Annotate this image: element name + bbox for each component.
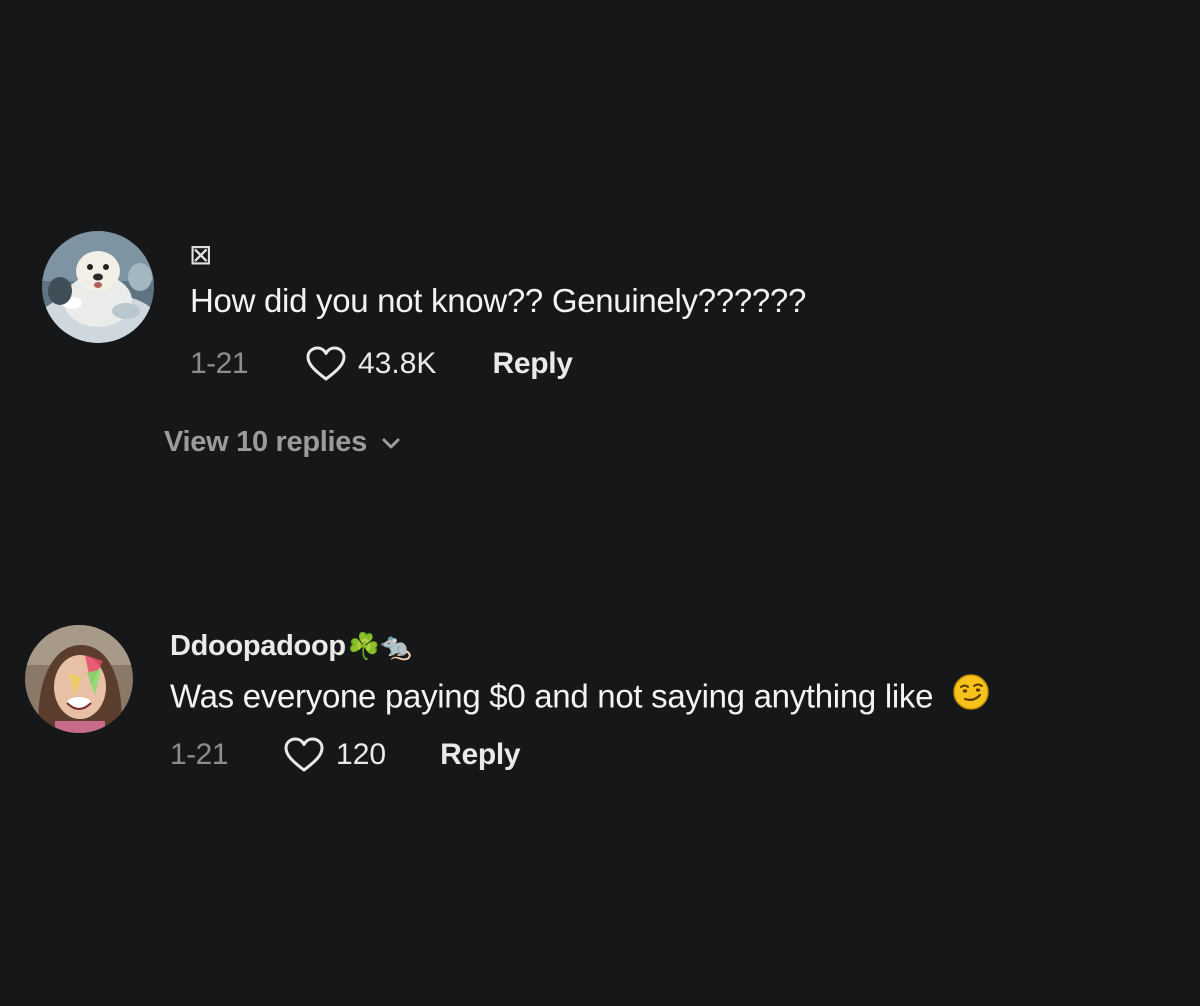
username-badges: ☘️🐀 <box>347 631 412 661</box>
comment-date: 1-21 <box>170 738 229 771</box>
like-count: 43.8K <box>358 347 437 380</box>
comment-text: Was everyone paying $0 and not saying an… <box>170 673 990 722</box>
user-avatar-icon <box>25 625 133 733</box>
heart-icon <box>306 346 346 381</box>
like-button[interactable]: 43.8K <box>306 346 436 382</box>
comment-meta: 1-21 43.8K Reply <box>190 346 573 382</box>
otter-avatar-icon <box>42 231 154 343</box>
comment-text-content: Was everyone paying $0 and not saying an… <box>170 677 934 715</box>
comment-meta: 1-21 120 Reply <box>170 737 521 773</box>
username-glyph[interactable]: ⊠ <box>189 238 212 271</box>
avatar[interactable] <box>25 625 133 733</box>
smirking-face-emoji-icon <box>952 673 990 719</box>
view-replies-button[interactable]: View 10 replies <box>164 426 401 459</box>
username[interactable]: Ddoopadoop☘️🐀 <box>170 630 412 663</box>
comments-panel: ⊠ How did you not know?? Genuinely??????… <box>0 0 1200 1006</box>
heart-icon <box>284 737 324 772</box>
avatar[interactable] <box>42 231 154 343</box>
username-text: Ddoopadoop <box>170 630 346 662</box>
chevron-down-icon <box>382 438 400 448</box>
reply-button[interactable]: Reply <box>492 347 573 381</box>
like-count: 120 <box>336 738 387 771</box>
comment-text: How did you not know?? Genuinely?????? <box>190 282 807 319</box>
comment-date: 1-21 <box>190 347 249 380</box>
reply-button[interactable]: Reply <box>440 738 521 772</box>
like-button[interactable]: 120 <box>284 737 386 773</box>
view-replies-label: View 10 replies <box>164 426 367 458</box>
